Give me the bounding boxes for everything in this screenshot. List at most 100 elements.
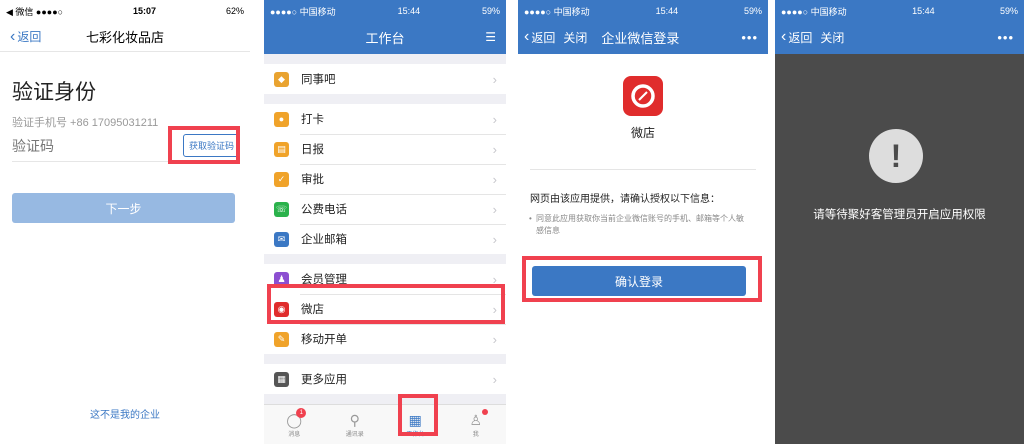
tab-label: 消息 [288, 432, 301, 438]
next-button[interactable]: 下一步 [12, 193, 235, 223]
back-label: 返回 [531, 30, 556, 45]
time-text: 15:44 [397, 6, 421, 16]
carrier-text: ●●●●○ 中国移动 [524, 6, 590, 17]
chevron-left-icon: ‹ [524, 28, 530, 45]
verify-screen: ◀ 微信 ●●●●○ 15:07 62% ‹ 返回 七彩化妆品店 验证身份 验证… [0, 0, 250, 444]
weidian-logo-icon [623, 76, 663, 116]
chevron-left-icon: ‹ [781, 28, 787, 45]
battery-text: 62% [225, 6, 244, 16]
app-item-label: 审批 [301, 174, 324, 186]
nav-bar: ‹ 返回 七彩化妆品店 [0, 22, 250, 52]
code-input[interactable] [12, 137, 122, 154]
grid-icon: ▦ [408, 412, 422, 428]
member-icon: ♟ [274, 271, 289, 287]
app-section: ● 打卡 › ▤ 日报 › ✓ 审批 › ☏ 公费电话 › ✉ 企业邮箱 › [264, 104, 506, 254]
carrier-text: ●●●●○ 中国移动 [270, 6, 336, 17]
battery-text: 59% [743, 6, 762, 16]
waiting-screen: ●●●●○ 中国移动 15:44 59% ‹ 返回 关闭 ••• ! 请等待聚好… [775, 0, 1024, 444]
carrier-text: ◀ 微信 ●●●●○ [6, 6, 64, 17]
back-button[interactable]: ‹ 返回 [0, 28, 41, 45]
confirm-login-button[interactable]: 确认登录 [532, 266, 746, 296]
chevron-right-icon: › [492, 371, 497, 387]
close-button[interactable]: 关闭 [820, 29, 844, 46]
app-item-label: 日报 [301, 144, 324, 156]
app-item[interactable]: ▦ 更多应用 › [264, 364, 506, 394]
get-code-button[interactable]: 获取验证码 [182, 134, 240, 157]
status-bar: ◀ 微信 ●●●●○ 15:07 62% [0, 0, 250, 22]
back-label: 返回 [17, 30, 42, 44]
header: ●●●●○ 中国移动 15:44 59% 工作台 ☰ [264, 0, 506, 54]
battery-text: 59% [999, 6, 1018, 16]
status-bar: ●●●●○ 中国移动 15:44 59% [518, 0, 768, 22]
nav-bar: ‹ 返回 关闭 企业微信登录 ••• [518, 22, 768, 52]
filter-icon[interactable]: ☰ [485, 30, 496, 44]
back-button[interactable]: ‹ 返回 [518, 29, 555, 46]
phone-icon: ☏ [274, 201, 289, 217]
nav-bar: ‹ 返回 关闭 ••• [775, 22, 1024, 52]
header: ●●●●○ 中国移动 15:44 59% ‹ 返回 关闭 ••• [775, 0, 1024, 54]
weidian-icon: ◉ [274, 301, 289, 317]
app-item-label: 会员管理 [301, 274, 347, 286]
app-item[interactable]: ◉ 微店 › [264, 294, 506, 324]
carrier-text: ●●●●○ 中国移动 [781, 6, 847, 17]
app-section: ♟ 会员管理 › ◉ 微店 › ✎ 移动开单 › [264, 264, 506, 354]
app-info: 微店 [518, 76, 768, 141]
close-button[interactable]: 关闭 [563, 29, 587, 46]
daily-report-icon: ▤ [274, 141, 289, 157]
tab-messages[interactable]: ◯ 1 消息 [264, 405, 325, 444]
app-item-label: 移动开单 [301, 334, 347, 346]
auth-bullet: 同意此应用获取你当前企业微信账号的手机、邮箱等个人敏感信息 [529, 213, 748, 237]
battery-text: 59% [481, 6, 500, 16]
tab-bar: ◯ 1 消息 ⚲ 通讯录 ▦ 工作台 ♙ 我 [264, 404, 506, 444]
more-icon[interactable]: ••• [997, 30, 1014, 45]
app-item[interactable]: ✉ 企业邮箱 › [264, 224, 506, 254]
chevron-right-icon: › [492, 141, 497, 157]
back-button[interactable]: ‹ 返回 [775, 29, 812, 46]
app-item-label: 公费电话 [301, 204, 347, 216]
app-item[interactable]: ♟ 会员管理 › [264, 264, 506, 294]
time-text: 15:44 [655, 6, 679, 16]
tab-contacts[interactable]: ⚲ 通讯录 [325, 405, 386, 444]
app-section: ▦ 更多应用 › [264, 364, 506, 394]
more-icon[interactable]: ••• [741, 30, 758, 45]
verify-heading: 验证身份 [12, 81, 96, 104]
tab-label: 工作台 [406, 432, 425, 438]
grid-icon: ▦ [274, 371, 289, 387]
divider [530, 169, 756, 170]
notification-dot [481, 409, 488, 415]
page-title: 企业微信登录 [601, 30, 680, 46]
app-item[interactable]: ☏ 公费电话 › [264, 194, 506, 224]
app-item-label: 打卡 [301, 114, 324, 126]
mail-icon: ✉ [274, 231, 289, 247]
chevron-right-icon: › [492, 331, 497, 347]
code-row: 获取验证码 [12, 130, 240, 162]
app-item[interactable]: ✓ 审批 › [264, 164, 506, 194]
order-icon: ✎ [274, 331, 289, 347]
header: ●●●●○ 中国移动 15:44 59% ‹ 返回 关闭 企业微信登录 ••• [518, 0, 768, 54]
approval-icon: ✓ [274, 171, 289, 187]
app-item-label: 企业邮箱 [301, 234, 347, 246]
tab-workbench[interactable]: ▦ 工作台 [385, 405, 446, 444]
chevron-right-icon: › [492, 171, 497, 187]
tab-me[interactable]: ♙ 我 [446, 405, 507, 444]
app-item[interactable]: ● 打卡 › [264, 104, 506, 134]
chevron-right-icon: › [492, 71, 497, 87]
app-item[interactable]: ▤ 日报 › [264, 134, 506, 164]
warning-icon: ! [869, 129, 923, 183]
colleague-icon: ◆ [274, 71, 289, 87]
chevron-left-icon: ‹ [10, 27, 16, 45]
not-my-company-link[interactable]: 这不是我的企业 [0, 406, 250, 421]
org-chart-icon: ⚲ [349, 412, 360, 428]
person-icon: ♙ [469, 412, 483, 428]
workbench-screen: ●●●●○ 中国移动 15:44 59% 工作台 ☰ ◆ 同事吧 › ● 打卡 › ▤ 日报 ›… [264, 0, 506, 444]
app-item[interactable]: ◆ 同事吧 › [264, 64, 506, 94]
time-text: 15:07 [133, 6, 157, 16]
app-item[interactable]: ✎ 移动开单 › [264, 324, 506, 354]
login-screen: ●●●●○ 中国移动 15:44 59% ‹ 返回 关闭 企业微信登录 ••• … [518, 0, 768, 444]
chevron-right-icon: › [492, 201, 497, 217]
chevron-right-icon: › [492, 111, 497, 127]
back-label: 返回 [788, 30, 813, 45]
auth-notice: 网页由该应用提供，请确认授权以下信息： [530, 194, 720, 205]
chevron-right-icon: › [492, 301, 497, 317]
status-bar: ●●●●○ 中国移动 15:44 59% [775, 0, 1024, 22]
